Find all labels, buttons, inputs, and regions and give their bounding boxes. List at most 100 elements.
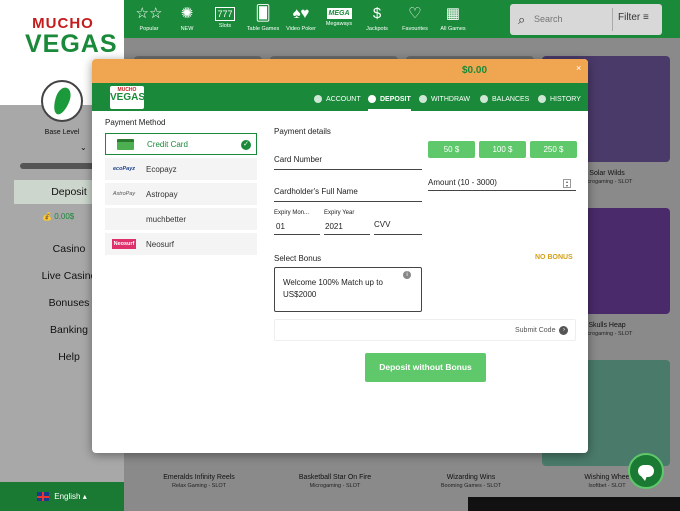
modal-logo-bottom: VEGAS [110, 92, 146, 103]
game-provider: Relax Gaming - SLOT [171, 483, 227, 489]
ecopayz-logo: ecoPayz [112, 166, 135, 172]
bonus-code-field[interactable]: Submit Code › [274, 319, 576, 341]
astropay-logo: AstroPay [112, 191, 136, 197]
payment-method-credit-card[interactable]: Credit Card ✓ [105, 133, 257, 155]
tab-balances[interactable]: BALANCES [480, 92, 529, 106]
tab-account[interactable]: ACCOUNT [314, 92, 361, 106]
brand-logo[interactable]: MUCHO VEGAS [25, 15, 118, 58]
tab-history[interactable]: HISTORY [538, 92, 581, 106]
payment-method-label: muchbetter [146, 214, 187, 224]
all-games-icon: ▦ [445, 5, 461, 22]
arrow-right-icon: › [559, 326, 569, 335]
expiry-year-value[interactable]: 2021 [325, 222, 343, 231]
video-poker-icon: ♠♥ [292, 5, 310, 22]
nav-item-megaways[interactable]: MEGA Megaways [320, 0, 358, 38]
amount-100-button[interactable]: 100 $ [479, 141, 526, 158]
modal-logo: MUCHO VEGAS [110, 86, 146, 109]
bottom-strip [468, 497, 680, 511]
sidebar-balance: 💰 0.00$ [42, 212, 74, 221]
neosurf-logo: Neosurf [112, 239, 136, 249]
filter-button[interactable]: Filter ≡ [618, 12, 649, 23]
nav-item-video-poker[interactable]: ♠♥ Video Poker [282, 0, 320, 38]
tab-label: WITHDRAW [431, 95, 471, 103]
bonus-text: Welcome 100% Match up to US$2000 [283, 278, 383, 299]
nav-item-label: Video Poker [286, 26, 316, 32]
nav-item-label: Slots [218, 23, 232, 29]
deposit-modal: $0.00 × MUCHO VEGAS ACCOUNT DEPOSIT WITH… [92, 59, 588, 453]
search-box[interactable]: ⌕ Filter ≡ [510, 4, 662, 35]
payment-method-label: Neosurf [146, 239, 175, 249]
card-number-input[interactable] [274, 169, 422, 170]
language-selector[interactable]: English ▴ [0, 482, 124, 511]
expiry-year-input[interactable] [324, 234, 370, 235]
tab-deposit[interactable]: DEPOSIT [368, 92, 411, 111]
game-name: Basketball Star On Fire [298, 474, 372, 481]
check-icon: ✓ [241, 140, 251, 150]
stars-icon: ☆☆ [135, 5, 163, 22]
money-icon: 💰 [42, 212, 52, 221]
payment-method-title: Payment Method [105, 118, 166, 127]
chevron-down-icon[interactable]: ⌄ [80, 143, 87, 152]
submit-code-label: Submit Code [515, 327, 556, 334]
select-bonus-label: Select Bonus [274, 254, 322, 263]
deposit-without-bonus-button[interactable]: Deposit without Bonus [365, 353, 486, 382]
cvv-input[interactable] [374, 234, 422, 235]
brand-logo-bottom: VEGAS [25, 30, 118, 58]
language-label: English ▴ [54, 492, 87, 501]
nav-item-favourites[interactable]: ♡ Favourites [396, 0, 434, 38]
game-name: Wizarding Wins [446, 474, 496, 481]
payment-method-astropay[interactable]: AstroPay Astropay [105, 183, 257, 205]
amount-input[interactable] [428, 190, 576, 191]
tab-label: DEPOSIT [380, 95, 411, 103]
amount-label: Amount (10 - 3000) [428, 178, 497, 187]
cvv-label: CVV [374, 220, 391, 229]
brand-logo-top: MUCHO [32, 15, 94, 32]
nav-item-label: NEW [180, 26, 194, 32]
amount-50-button[interactable]: 50 $ [428, 141, 475, 158]
info-icon[interactable]: i [403, 271, 411, 279]
cardholder-name-input[interactable] [274, 201, 422, 202]
nav-item-label: Popular [139, 26, 159, 32]
payment-details-title: Payment details [274, 127, 331, 136]
search-divider [612, 8, 613, 31]
chat-icon [638, 465, 654, 481]
nav-item-jackpots[interactable]: $ Jackpots [358, 0, 396, 38]
modal-tabs: MUCHO VEGAS ACCOUNT DEPOSIT WITHDRAW BAL… [92, 83, 588, 111]
chat-button[interactable] [628, 453, 664, 489]
payment-method-label: Astropay [146, 189, 178, 199]
bonus-option[interactable]: Welcome 100% Match up to US$2000 i [274, 267, 422, 312]
new-badge-icon: ✺ [180, 5, 194, 22]
slots-icon: 777 [215, 7, 235, 21]
expiry-month-value[interactable]: 01 [276, 222, 285, 231]
expiry-month-input[interactable] [274, 234, 320, 235]
close-icon[interactable]: × [576, 63, 581, 73]
search-input[interactable] [534, 12, 614, 26]
amount-250-button[interactable]: 250 $ [530, 141, 577, 158]
nav-item-slots[interactable]: 777 Slots [206, 0, 244, 38]
payment-method-ecopayz[interactable]: ecoPayz Ecopayz [105, 158, 257, 180]
muchbetter-logo [110, 212, 138, 226]
category-nav: ☆☆ Popular ✺ NEW 777 Slots 🂠 Table Games ♠♥ Video… [130, 0, 472, 38]
nav-item-label: Megaways [325, 21, 353, 27]
account-icon [314, 95, 322, 103]
nav-item-popular[interactable]: ☆☆ Popular [130, 0, 168, 38]
game-name: Emeralds Infinity Reels [163, 474, 235, 481]
submit-code-button[interactable]: Submit Code › [515, 326, 569, 335]
nav-item-new[interactable]: ✺ NEW [168, 0, 206, 38]
history-icon [538, 95, 546, 103]
avatar[interactable] [41, 80, 83, 122]
no-bonus-link[interactable]: NO BONUS [535, 254, 573, 261]
payment-method-muchbetter[interactable]: muchbetter [105, 208, 257, 230]
amount-stepper[interactable]: ▴ ▾ [563, 179, 571, 188]
nav-item-label: Table Games [246, 26, 280, 32]
payment-method-neosurf[interactable]: Neosurf Neosurf [105, 233, 257, 255]
nav-item-label: Favourites [402, 26, 428, 32]
tab-withdraw[interactable]: WITHDRAW [419, 92, 470, 106]
nav-item-all-games[interactable]: ▦ All Games [434, 0, 472, 38]
table-games-icon: 🂠 [255, 5, 271, 22]
nav-item-table-games[interactable]: 🂠 Table Games [244, 0, 282, 38]
balances-icon [480, 95, 488, 103]
game-provider: Microgaming - SLOT [309, 483, 361, 489]
modal-balance: $0.00 [462, 65, 488, 76]
expiry-month-label: Expiry Mon... [274, 210, 310, 216]
